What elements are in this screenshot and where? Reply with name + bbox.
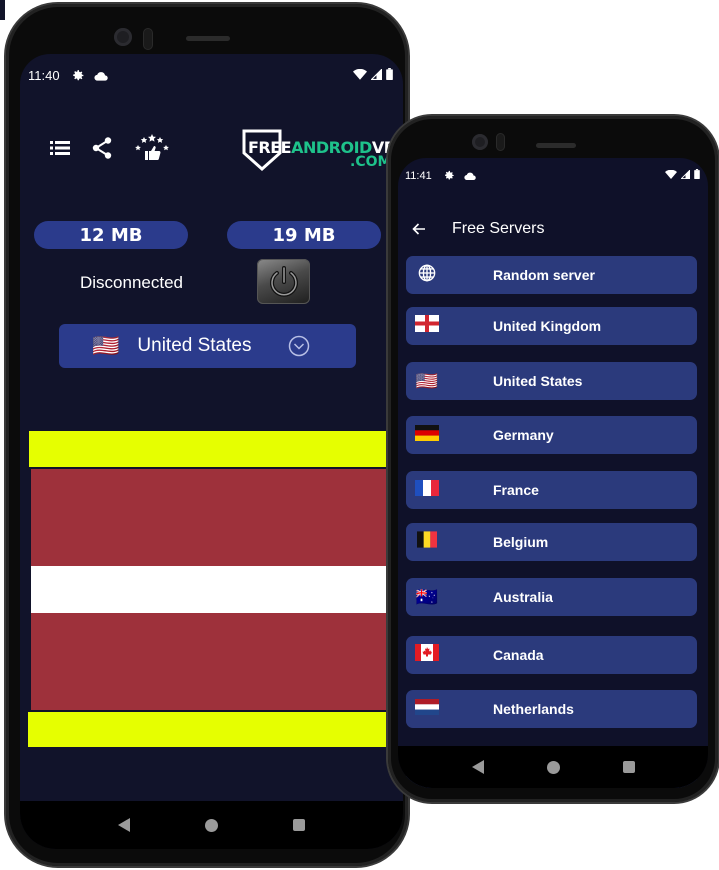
nav-home-icon[interactable]	[204, 818, 218, 832]
server-item-united-states[interactable]: 🇺🇸 United States	[406, 362, 697, 400]
england-flag-icon	[414, 315, 440, 337]
toolbar	[50, 134, 170, 162]
corner-mark	[0, 0, 5, 20]
cloud-icon	[94, 71, 108, 81]
us-flag-icon: 🇺🇸	[415, 370, 439, 391]
android-nav-bar	[20, 801, 403, 849]
phone-servers: 11:41 Free Servers Random server United …	[388, 116, 718, 802]
nav-back-icon[interactable]	[117, 818, 130, 832]
servers-screen: 11:41 Free Servers Random server United …	[398, 158, 708, 788]
list-icon[interactable]	[50, 140, 70, 156]
nav-recents-icon[interactable]	[293, 819, 306, 831]
logo-free: FREE	[248, 138, 292, 157]
nav-home-icon[interactable]	[546, 760, 560, 774]
server-item-france[interactable]: France	[406, 471, 697, 509]
australia-flag-icon: 🇦🇺	[415, 586, 439, 607]
earpiece-speaker	[186, 36, 230, 41]
server-name: Germany	[493, 427, 554, 443]
belgium-flag-icon	[414, 531, 440, 553]
selected-country: United States	[137, 335, 252, 356]
status-time: 11:40	[28, 68, 60, 83]
freeandroidvpn-logo: FREEANDROIDVPN .COM	[242, 126, 403, 176]
connect-power-button[interactable]	[257, 259, 310, 304]
server-name: Belgium	[493, 534, 549, 550]
server-name: Canada	[493, 647, 544, 663]
servers-header: Free Servers	[412, 220, 544, 238]
server-item-netherlands[interactable]: Netherlands	[406, 690, 697, 728]
server-item-belgium[interactable]: Belgium	[406, 523, 697, 561]
server-item-random[interactable]: Random server	[406, 256, 697, 294]
download-traffic-badge: 12 MB	[34, 221, 188, 249]
status-bar: 11:41	[398, 168, 708, 182]
germany-flag-icon	[414, 424, 440, 446]
earpiece-speaker	[536, 143, 576, 148]
gear-icon	[444, 170, 455, 181]
front-camera	[472, 134, 488, 150]
logo-com: .COM	[350, 154, 392, 170]
upload-traffic-badge: 19 MB	[227, 221, 381, 249]
server-name: United Kingdom	[493, 318, 602, 334]
front-camera	[114, 28, 132, 46]
battery-icon	[386, 68, 393, 83]
server-item-germany[interactable]: Germany	[406, 416, 697, 454]
cloud-icon	[464, 172, 476, 180]
sensor	[143, 28, 153, 50]
battery-icon	[694, 169, 700, 182]
ad-banner-bottom[interactable]	[28, 712, 390, 747]
wifi-icon	[665, 169, 677, 182]
main-screen: 11:40 FREEANDROIDV .COM 12 MB 19 MB Disc…	[20, 54, 403, 849]
signal-icon	[680, 168, 690, 182]
flag-white-stripe	[31, 566, 391, 613]
power-icon	[269, 265, 298, 297]
us-flag-icon: 🇺🇸	[92, 333, 120, 358]
server-name: United States	[493, 373, 583, 389]
rate-stars-thumbs-up-icon[interactable]	[134, 134, 170, 162]
server-name: Random server	[493, 267, 595, 283]
server-item-australia[interactable]: 🇦🇺 Australia	[406, 578, 697, 616]
server-name: Netherlands	[493, 701, 574, 717]
server-item-canada[interactable]: Canada	[406, 636, 697, 674]
canada-flag-icon	[414, 644, 440, 666]
page-title: Free Servers	[452, 220, 545, 237]
chevron-down-icon	[288, 335, 310, 357]
signal-icon	[370, 68, 382, 83]
server-name: France	[493, 482, 539, 498]
status-bar: 11:40	[20, 68, 403, 83]
globe-icon	[414, 264, 440, 287]
country-selector[interactable]: 🇺🇸 United States	[59, 324, 356, 368]
nav-back-icon[interactable]	[471, 760, 484, 774]
android-nav-bar	[398, 746, 708, 788]
wifi-icon	[353, 68, 367, 83]
server-name: Australia	[493, 589, 553, 605]
latvia-flag-banner[interactable]	[31, 469, 391, 710]
share-icon[interactable]	[92, 137, 112, 159]
nav-recents-icon[interactable]	[622, 761, 635, 773]
ad-banner-top[interactable]	[29, 431, 391, 467]
connection-status: Disconnected	[80, 273, 184, 292]
france-flag-icon	[414, 479, 440, 501]
status-time: 11:41	[405, 169, 432, 182]
gear-icon	[72, 69, 85, 82]
server-item-united-kingdom[interactable]: United Kingdom	[406, 307, 697, 345]
back-arrow-icon[interactable]	[412, 223, 426, 235]
netherlands-flag-icon	[414, 698, 440, 720]
sensor	[496, 133, 505, 151]
phone-main: 11:40 FREEANDROIDV .COM 12 MB 19 MB Disc…	[6, 4, 408, 866]
